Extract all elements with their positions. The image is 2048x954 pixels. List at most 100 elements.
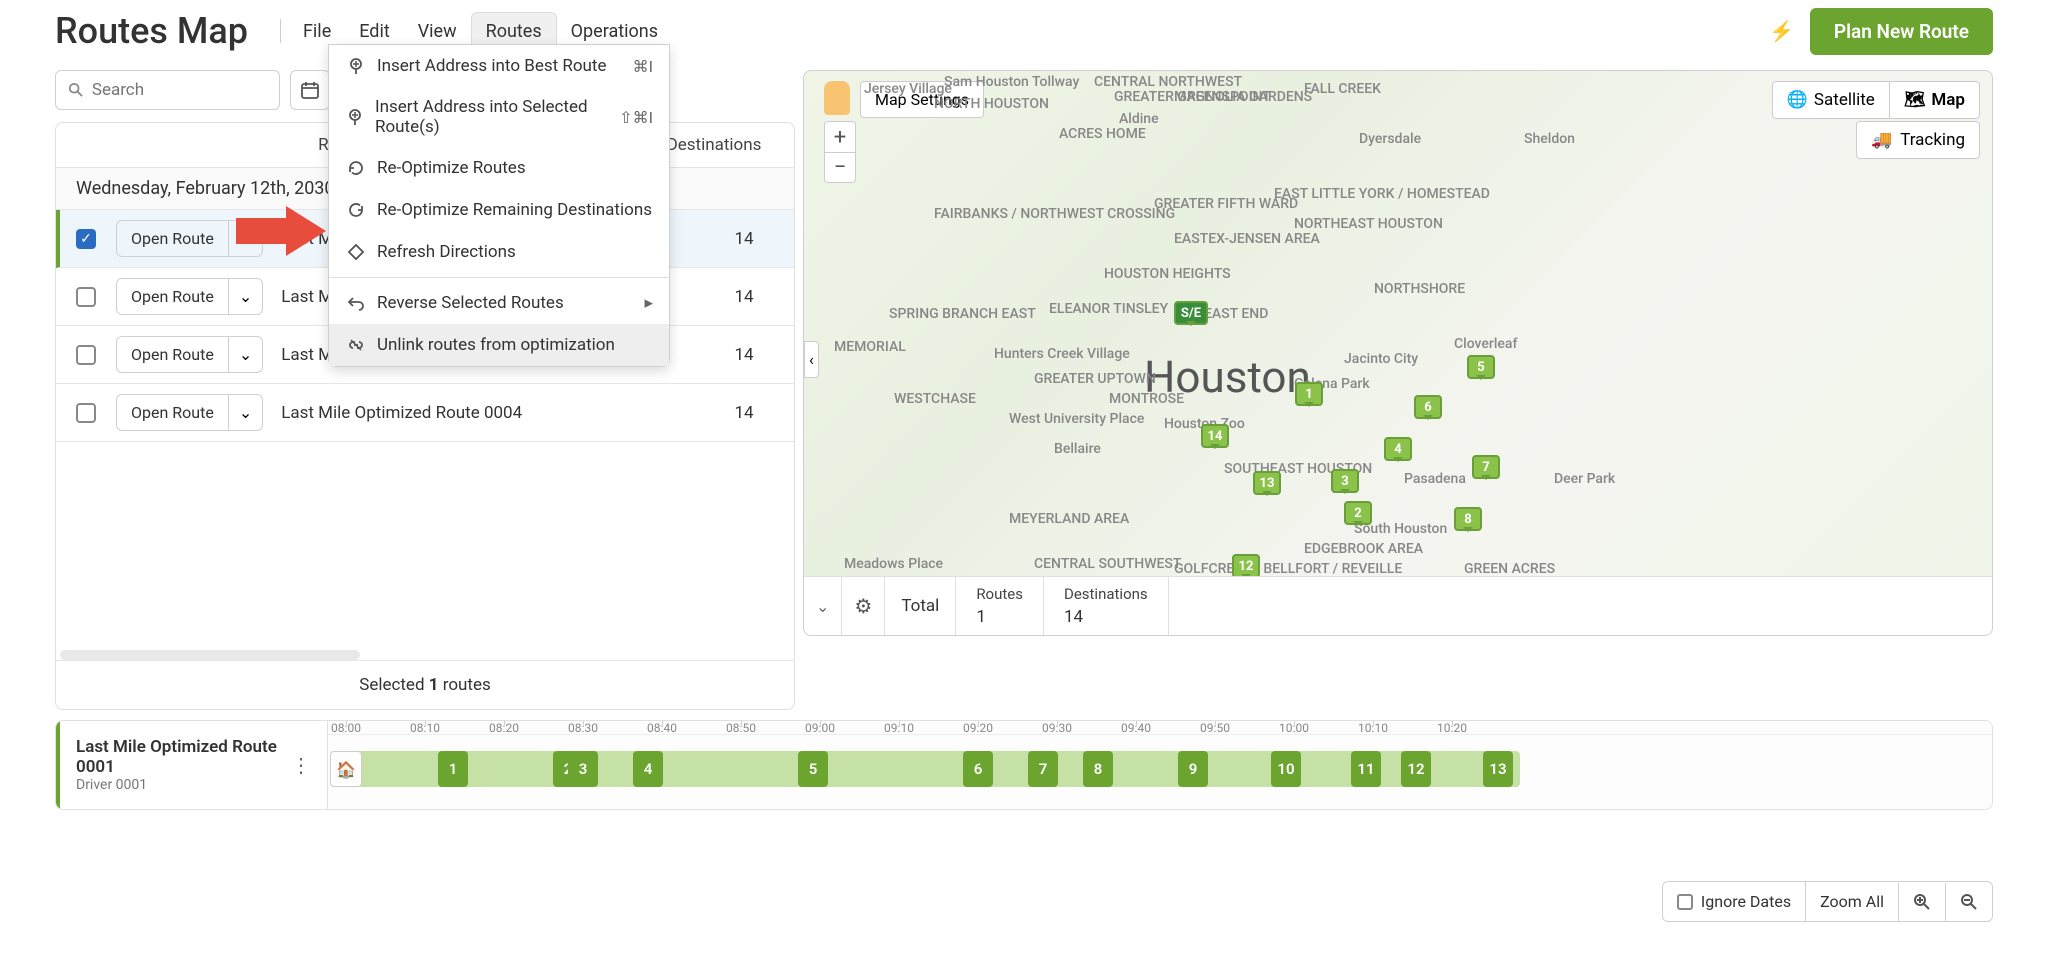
map-area-label: Aldine — [1119, 111, 1159, 127]
open-route-label: Open Route — [117, 337, 228, 372]
dropdown-reoptimize[interactable]: Re-Optimize Routes — [329, 147, 669, 189]
timeline-stop[interactable]: 10 — [1271, 751, 1301, 787]
stats-destinations-value: 14 — [1064, 607, 1148, 627]
map-area-label: EASTEX-JENSEN AREA — [1174, 231, 1320, 247]
shortcut: ⌘I — [633, 57, 653, 76]
timeline-home-icon[interactable]: 🏠 — [330, 751, 362, 787]
more-icon[interactable]: ⋮ — [291, 753, 311, 777]
timeline-driver: Driver 0001 — [76, 777, 291, 793]
dropdown-reverse[interactable]: Reverse Selected Routes ▸ — [329, 282, 669, 324]
map-marker[interactable]: S/E — [1174, 301, 1208, 325]
timeline-route-info[interactable]: Last Mile Optimized Route 0001 Driver 00… — [56, 721, 327, 809]
zoom-out-button[interactable]: − — [825, 152, 855, 182]
map-toggle[interactable]: 🗺 Map — [1889, 82, 1979, 118]
chevron-down-icon[interactable]: ⌄ — [228, 279, 262, 314]
ignore-dates-toggle[interactable]: Ignore Dates — [1663, 882, 1805, 921]
checkbox[interactable] — [76, 403, 96, 423]
timeline-tick: 08:50 — [726, 721, 756, 735]
open-route-button[interactable]: Open Route ⌄ — [116, 394, 263, 431]
dropdown-insert-best[interactable]: Insert Address into Best Route ⌘I — [329, 45, 669, 87]
stats-bar: ⌄ ⚙ Total Routes 1 Destinations 14 — [804, 576, 1992, 635]
timeline-stop[interactable]: 9 — [1178, 751, 1208, 787]
timeline-stop[interactable]: 4 — [633, 751, 663, 787]
zoom-out-timeline-button[interactable] — [1945, 883, 1992, 921]
search-box[interactable] — [55, 70, 280, 110]
search-input[interactable] — [92, 80, 267, 100]
stats-collapse-button[interactable]: ⌄ — [804, 577, 842, 635]
timeline-stop[interactable]: 7 — [1028, 751, 1058, 787]
dropdown-label: Reverse Selected Routes — [377, 293, 564, 313]
map-marker[interactable]: 1 — [1295, 382, 1323, 406]
dropdown-reoptimize-remaining[interactable]: Re-Optimize Remaining Destinations — [329, 189, 669, 231]
dropdown-unlink[interactable]: Unlink routes from optimization — [329, 324, 669, 366]
bottom-controls: Ignore Dates Zoom All — [1662, 881, 1993, 922]
checkbox[interactable]: ✓ — [76, 229, 96, 249]
map-area-label: NORTHSHORE — [1374, 281, 1465, 297]
dropdown-refresh-directions[interactable]: Refresh Directions — [329, 231, 669, 273]
open-route-button[interactable]: Open Route ⌄ — [116, 336, 263, 373]
column-destinations[interactable]: Destinations — [654, 135, 774, 155]
timeline-tick: 09:20 — [963, 721, 993, 735]
open-route-button[interactable]: Open Route ⌄ — [116, 278, 263, 315]
timeline-stop[interactable]: 12 — [1401, 751, 1431, 787]
checkbox[interactable] — [76, 345, 96, 365]
table-row[interactable]: Open Route ⌄ Last Mile Optimized Route 0… — [56, 384, 794, 442]
horizontal-scrollbar[interactable] — [60, 650, 360, 660]
map-marker[interactable]: 3 — [1331, 469, 1359, 493]
route-destinations: 14 — [714, 287, 774, 307]
dropdown-insert-selected[interactable]: Insert Address into Selected Route(s) ⇧⌘… — [329, 87, 669, 147]
map-icon: 🗺 — [1904, 90, 1926, 110]
bolt-icon[interactable]: ⚡ — [1769, 19, 1794, 43]
timeline-stop[interactable]: 6 — [963, 751, 993, 787]
timeline-stop[interactable]: 5 — [798, 751, 828, 787]
timeline-track[interactable]: 08:0008:1008:2008:3008:4008:5009:0009:10… — [328, 721, 1992, 809]
map-area-label: FAIRBANKS / NORTHWEST CROSSING — [934, 206, 1175, 222]
plan-new-route-button[interactable]: Plan New Route — [1810, 8, 1993, 55]
undo-icon — [345, 292, 367, 314]
chevron-down-icon[interactable]: ⌄ — [228, 395, 262, 430]
satellite-toggle[interactable]: 🌐 Satellite — [1773, 82, 1889, 118]
map-marker[interactable]: 12 — [1232, 554, 1260, 578]
map-area-label: GREEN ACRES — [1464, 561, 1555, 577]
map-area-label: Bellaire — [1054, 441, 1101, 457]
timeline-tick: 10:10 — [1358, 721, 1388, 735]
timeline-stop[interactable]: 11 — [1351, 751, 1381, 787]
zoom-in-timeline-button[interactable] — [1898, 883, 1945, 921]
zoom-all-button[interactable]: Zoom All — [1805, 882, 1898, 921]
map-settings-button[interactable]: Map Settings — [860, 81, 984, 118]
checkbox[interactable] — [76, 287, 96, 307]
timeline-tick: 10:20 — [1437, 721, 1467, 735]
map-marker[interactable]: 8 — [1454, 507, 1482, 531]
timeline-stop[interactable]: 3 — [568, 751, 598, 787]
timeline-stop[interactable]: 1 — [438, 751, 468, 787]
stats-settings-button[interactable]: ⚙ — [842, 577, 885, 635]
refresh-icon — [345, 157, 367, 179]
tracking-button[interactable]: 🚚 Tracking — [1856, 121, 1980, 159]
dropdown-label: Refresh Directions — [377, 242, 516, 262]
map-marker[interactable]: 2 — [1344, 501, 1372, 525]
date-picker-button[interactable] — [290, 70, 330, 110]
open-route-label: Open Route — [117, 395, 228, 430]
map-marker[interactable]: 14 — [1201, 424, 1229, 448]
collapse-map-button[interactable]: ‹ — [804, 341, 819, 378]
map-area-label: Sheldon — [1524, 131, 1575, 147]
timeline-stop[interactable]: 13 — [1483, 751, 1513, 787]
timeline-tick: 09:40 — [1121, 721, 1151, 735]
streetview-pegman-icon[interactable] — [824, 81, 850, 115]
map-area-label: Hunters Creek Village — [994, 346, 1130, 362]
map-marker[interactable]: 7 — [1472, 455, 1500, 479]
map[interactable]: Map Settings 🌐 Satellite 🗺 Map 🚚 Trackin… — [803, 70, 1993, 636]
chevron-down-icon[interactable]: ⌄ — [228, 337, 262, 372]
dropdown-label: Re-Optimize Remaining Destinations — [377, 200, 652, 220]
zoom-in-button[interactable]: + — [825, 122, 855, 152]
timeline-tick: 08:10 — [410, 721, 440, 735]
map-marker[interactable]: 13 — [1253, 471, 1281, 495]
map-marker[interactable]: 4 — [1384, 437, 1412, 461]
timeline-tick: 09:30 — [1042, 721, 1072, 735]
map-marker[interactable]: 5 — [1467, 355, 1495, 379]
map-area-label: EAST END — [1204, 306, 1268, 322]
page-title: Routes Map — [55, 10, 248, 52]
map-area-label: Pasadena — [1404, 471, 1466, 487]
timeline-stop[interactable]: 8 — [1083, 751, 1113, 787]
map-marker[interactable]: 6 — [1414, 395, 1442, 419]
